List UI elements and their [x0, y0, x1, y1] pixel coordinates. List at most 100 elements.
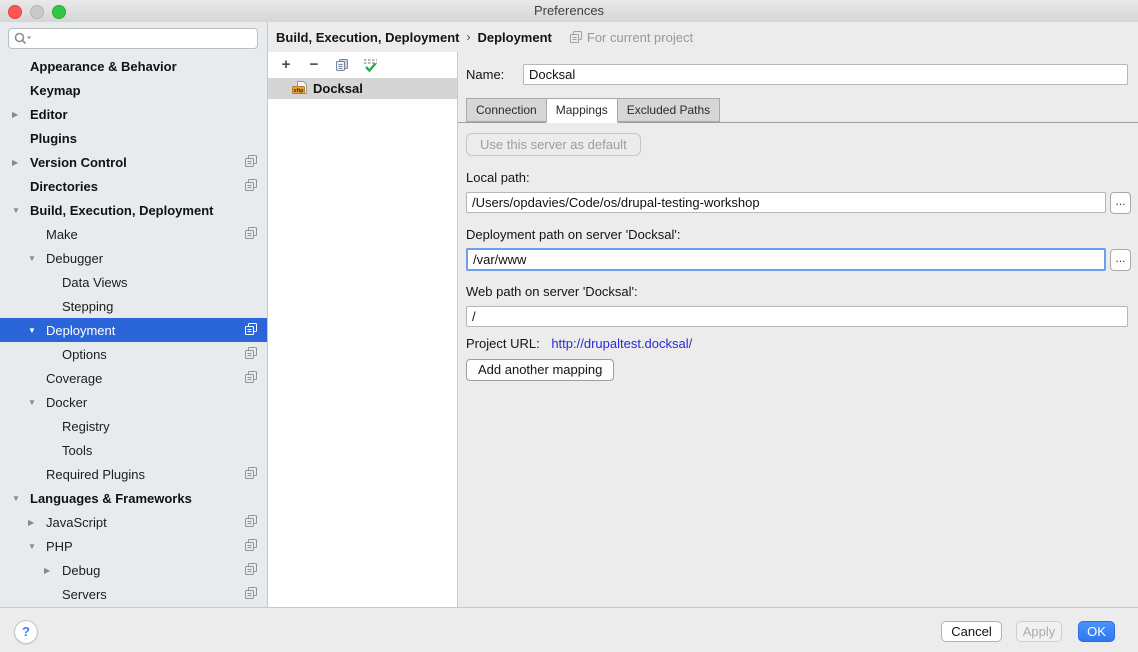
per-project-icon — [245, 515, 258, 528]
server-item-label: Docksal — [313, 81, 363, 96]
per-project-icon — [245, 323, 258, 336]
sftp-server-icon: sftp — [292, 81, 308, 96]
sidebar-item-keymap[interactable]: Keymap — [0, 78, 267, 102]
project-url-row: Project URL: http://drupaltest.docksal/ — [466, 336, 692, 351]
sidebar-item-label: Build, Execution, Deployment — [30, 203, 213, 218]
window-title: Preferences — [0, 0, 1138, 22]
name-label: Name: — [466, 67, 504, 82]
deployment-path-browse-button[interactable]: ... — [1110, 249, 1131, 271]
sidebar-item-label: Data Views — [62, 275, 128, 290]
tab-excluded-paths[interactable]: Excluded Paths — [618, 98, 720, 122]
name-input[interactable] — [523, 64, 1128, 85]
chevron-right-icon[interactable]: ▶ — [28, 518, 46, 527]
default-check-icon — [363, 58, 378, 73]
sidebar-item-data-views[interactable]: Data Views — [0, 270, 267, 294]
sidebar-item-label: Servers — [62, 587, 107, 602]
sidebar-item-label: Languages & Frameworks — [30, 491, 192, 506]
scope-label: For current project — [587, 30, 693, 45]
sidebar-item-label: Appearance & Behavior — [30, 59, 177, 74]
per-project-icon — [245, 179, 258, 192]
cancel-button[interactable]: Cancel — [941, 621, 1002, 642]
copy-icon — [335, 58, 349, 72]
tab-bar: Connection Mappings Excluded Paths — [458, 100, 1138, 123]
sidebar-item-options[interactable]: Options — [0, 342, 267, 366]
sidebar-item-label: Registry — [62, 419, 110, 434]
chevron-right-icon[interactable]: ▶ — [44, 566, 62, 575]
help-button[interactable]: ? — [14, 620, 38, 644]
sidebar-item-tools[interactable]: Tools — [0, 438, 267, 462]
sidebar-item-label: Plugins — [30, 131, 77, 146]
sidebar-item-docker[interactable]: ▼Docker — [0, 390, 267, 414]
sidebar-item-version-control[interactable]: ▶Version Control — [0, 150, 267, 174]
deployment-path-input[interactable] — [466, 248, 1106, 271]
chevron-down-icon[interactable]: ▼ — [12, 206, 30, 215]
project-url-link[interactable]: http://drupaltest.docksal/ — [551, 336, 692, 351]
sidebar-item-label: Options — [62, 347, 107, 362]
chevron-down-icon[interactable]: ▼ — [28, 254, 46, 263]
titlebar: Preferences — [0, 0, 1138, 23]
local-path-input[interactable] — [466, 192, 1106, 213]
project-url-label: Project URL: — [466, 336, 540, 351]
chevron-down-icon[interactable]: ▼ — [28, 326, 46, 335]
per-project-icon — [245, 371, 258, 384]
breadcrumb-parent[interactable]: Build, Execution, Deployment — [276, 30, 459, 45]
tab-connection[interactable]: Connection — [466, 98, 546, 122]
server-item-docksal[interactable]: sftp Docksal — [268, 78, 457, 99]
sidebar-item-required-plugins[interactable]: Required Plugins — [0, 462, 267, 486]
tab-mappings[interactable]: Mappings — [546, 98, 618, 123]
chevron-right-icon[interactable]: ▶ — [12, 110, 30, 119]
sidebar-item-plugins[interactable]: Plugins — [0, 126, 267, 150]
local-path-browse-button[interactable]: ... — [1110, 192, 1131, 214]
per-project-icon — [245, 587, 258, 600]
sidebar-item-stepping[interactable]: Stepping — [0, 294, 267, 318]
footer-bar: ? Cancel Apply OK — [0, 607, 1138, 652]
breadcrumb: Build, Execution, Deployment › Deploymen… — [268, 22, 1138, 52]
sidebar-item-debug[interactable]: ▶Debug — [0, 558, 267, 582]
settings-tree: Appearance & Behavior Keymap ▶Editor Plugin… — [0, 54, 267, 606]
chevron-down-icon[interactable]: ▼ — [28, 398, 46, 407]
per-project-icon — [245, 467, 258, 480]
sidebar-item-languages-frameworks[interactable]: ▼Languages & Frameworks — [0, 486, 267, 510]
sidebar-item-label: PHP — [46, 539, 73, 554]
chevron-right-icon[interactable]: ▶ — [12, 158, 30, 167]
sidebar-item-label: Coverage — [46, 371, 102, 386]
apply-button[interactable]: Apply — [1016, 621, 1062, 642]
sidebar-item-label: Stepping — [62, 299, 113, 314]
copy-server-button[interactable] — [334, 57, 350, 73]
sidebar-item-make[interactable]: Make — [0, 222, 267, 246]
sidebar-item-label: Directories — [30, 179, 98, 194]
use-as-default-toolbar-button[interactable] — [362, 57, 378, 73]
sidebar-item-label: Make — [46, 227, 78, 242]
sidebar-item-label: Version Control — [30, 155, 127, 170]
sidebar-item-deployment[interactable]: ▼Deployment — [0, 318, 267, 342]
deployment-form: Name: Connection Mappings Excluded Paths… — [458, 52, 1138, 607]
sidebar-item-servers[interactable]: Servers — [0, 582, 267, 606]
sidebar-item-appearance-behavior[interactable]: Appearance & Behavior — [0, 54, 267, 78]
sidebar-item-coverage[interactable]: Coverage — [0, 366, 267, 390]
sidebar-item-javascript[interactable]: ▶JavaScript — [0, 510, 267, 534]
sidebar-item-registry[interactable]: Registry — [0, 414, 267, 438]
ok-button[interactable]: OK — [1078, 621, 1115, 642]
add-another-mapping-button[interactable]: Add another mapping — [466, 359, 614, 381]
web-path-input[interactable] — [466, 306, 1128, 327]
chevron-down-icon[interactable]: ▼ — [28, 542, 46, 551]
sidebar-item-editor[interactable]: ▶Editor — [0, 102, 267, 126]
sidebar-item-directories[interactable]: Directories — [0, 174, 267, 198]
use-default-server-button[interactable]: Use this server as default — [466, 133, 641, 156]
svg-text:sftp: sftp — [293, 88, 304, 94]
search-icon — [14, 32, 34, 45]
breadcrumb-current: Deployment — [477, 30, 551, 45]
sidebar-item-label: Deployment — [46, 323, 115, 338]
sidebar-item-label: Keymap — [30, 83, 81, 98]
sidebar-item-php[interactable]: ▼PHP — [0, 534, 267, 558]
sidebar-item-build-execution-deployment[interactable]: ▼Build, Execution, Deployment — [0, 198, 267, 222]
sidebar-item-debugger[interactable]: ▼Debugger — [0, 246, 267, 270]
sidebar-item-label: JavaScript — [46, 515, 107, 530]
add-server-button[interactable]: + — [278, 57, 294, 73]
search-input[interactable] — [8, 28, 258, 49]
remove-server-button[interactable]: − — [306, 57, 322, 73]
per-project-icon — [245, 227, 258, 240]
chevron-down-icon[interactable]: ▼ — [12, 494, 30, 503]
sidebar-item-label: Debug — [62, 563, 100, 578]
server-list-panel: + − — [268, 52, 458, 607]
